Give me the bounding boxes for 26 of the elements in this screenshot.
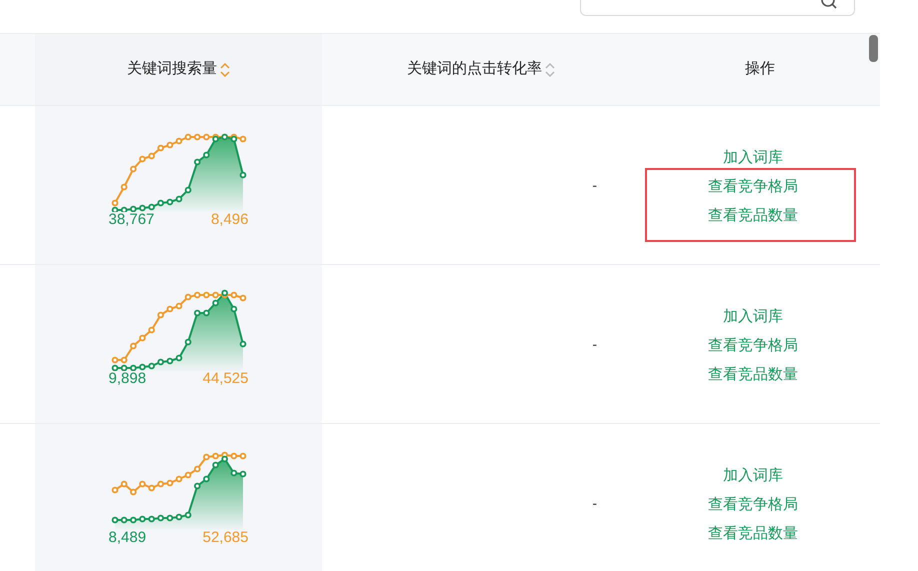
action-link[interactable]: 加入词库 xyxy=(723,464,783,486)
search-volume-value: 44,525 xyxy=(202,369,248,389)
action-link[interactable]: 加入词库 xyxy=(723,146,783,168)
column-header[interactable]: 关键词搜索量 xyxy=(127,58,217,81)
action-link[interactable]: 查看竞争格局 xyxy=(708,334,798,356)
scrollbar-thumb[interactable] xyxy=(869,35,878,62)
conversion-rate-value: - xyxy=(592,176,597,194)
action-link[interactable]: 加入词库 xyxy=(723,306,783,326)
action-link[interactable]: 查看竞品数量 xyxy=(708,522,798,544)
search-volume-value: 52,685 xyxy=(202,528,248,548)
action-link[interactable]: 查看竞争格局 xyxy=(708,176,798,196)
conversion-rate-value: - xyxy=(592,334,597,354)
conversion-rate-value: - xyxy=(592,494,597,512)
search-icon xyxy=(820,0,838,10)
column-header[interactable]: 关键词的点击转化率 xyxy=(407,58,542,81)
search-volume-value: 9,898 xyxy=(108,369,146,389)
action-link[interactable]: 查看竞争格局 xyxy=(708,494,798,514)
search-volume-value: 38,767 xyxy=(108,210,154,230)
search-field[interactable] xyxy=(580,0,855,16)
sort-icon[interactable] xyxy=(220,62,230,76)
action-link[interactable]: 查看竞品数量 xyxy=(708,204,798,226)
action-link[interactable]: 查看竞品数量 xyxy=(708,364,798,384)
search-volume-value: 8,489 xyxy=(108,528,146,548)
search-volume-value: 8,496 xyxy=(210,210,248,230)
column-header: 操作 xyxy=(745,59,775,80)
sort-icon[interactable] xyxy=(545,62,555,76)
